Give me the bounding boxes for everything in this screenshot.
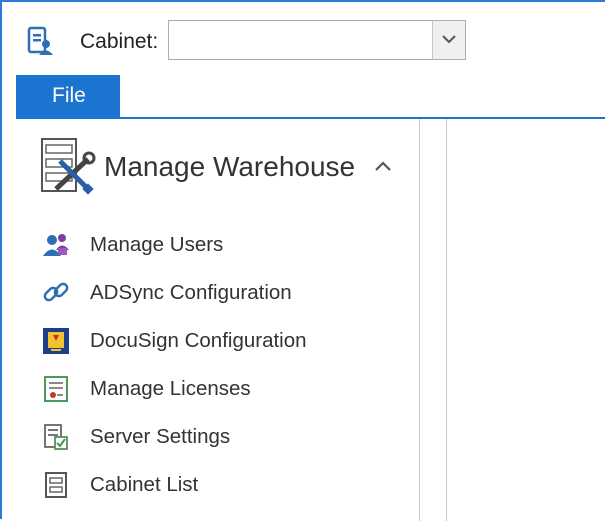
manage-warehouse-tools-icon	[40, 137, 96, 197]
nav-item-server-settings[interactable]: Server Settings	[40, 413, 400, 461]
nav-group-header[interactable]: Manage Warehouse	[40, 137, 400, 197]
nav-item-label: Cabinet List	[90, 473, 199, 496]
nav-item-docusign-configuration[interactable]: DocuSign Configuration	[40, 317, 400, 365]
cabinet-list-icon	[40, 469, 72, 501]
nav-item-label: ADSync Configuration	[90, 281, 292, 304]
nav-item-manage-users[interactable]: Manage Users	[40, 221, 400, 269]
nav-group-title: Manage Warehouse	[104, 151, 356, 182]
cabinet-toolbar: Cabinet:	[12, 20, 592, 64]
license-certificate-icon	[40, 373, 72, 405]
cabinet-dropdown[interactable]	[168, 20, 466, 60]
docusign-icon	[40, 325, 72, 357]
file-menu-tab[interactable]: File	[16, 75, 120, 117]
nav-item-label: Manage Users	[90, 233, 224, 256]
nav-item-adsync-configuration[interactable]: ADSync Configuration	[40, 269, 400, 317]
navigation-panel: Manage Warehouse Manage Users ADSync Con…	[16, 119, 420, 521]
cabinet-dropdown-button[interactable]	[432, 21, 465, 59]
chevron-up-icon[interactable]	[370, 153, 396, 179]
nav-item-label: Manage Licenses	[90, 377, 251, 400]
nav-item-list: Manage Users ADSync Configuration DocuSi…	[40, 221, 400, 509]
chevron-down-icon	[442, 31, 456, 49]
file-menu-label: File	[52, 84, 86, 107]
cabinet-label: Cabinet:	[80, 30, 159, 53]
app-window: Cabinet: File Manage Warehouse Manage Us…	[0, 0, 605, 521]
nav-item-label: DocuSign Configuration	[90, 329, 307, 352]
link-icon	[40, 277, 72, 309]
nav-item-cabinet-list[interactable]: Cabinet List	[40, 461, 400, 509]
cabinet-user-icon[interactable]	[26, 26, 54, 56]
server-settings-icon	[40, 421, 72, 453]
users-icon	[40, 229, 72, 261]
nav-item-label: Server Settings	[90, 425, 231, 448]
nav-item-manage-licenses[interactable]: Manage Licenses	[40, 365, 400, 413]
content-area	[446, 119, 605, 521]
